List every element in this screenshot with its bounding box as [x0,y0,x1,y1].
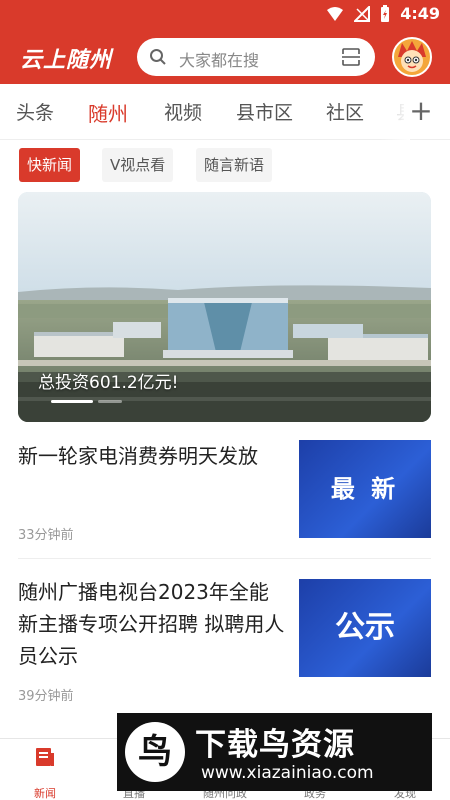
carousel-indicator-active [51,400,93,403]
news-title: 随州广播电视台2023年全能新主播专项公开招聘 拟聘用人员公示 [18,580,285,668]
news-item[interactable]: 随州广播电视台2023年全能新主播专项公开招聘 拟聘用人员公示 39分钟前 公示 [18,576,431,706]
subtab-quick-news[interactable]: 快新闻 [19,148,81,182]
banner-carousel[interactable]: 总投资601.2亿元! [18,192,431,422]
news-thumbnail: 公示 [299,579,431,677]
add-channel-button[interactable]: + [404,94,438,128]
watermark-badge: 鸟 [138,732,172,772]
sub-tabs: 快新闻 V视点看 随言新语 [0,140,450,190]
status-time: 4:49 [400,4,440,23]
thumbnail-text: 最 新 [330,475,400,503]
search-input[interactable]: 大家都在搜 [137,38,375,76]
status-icons: 4:49 [326,4,440,23]
divider [18,558,431,559]
watermark: 鸟 下载鸟资源 www.xiazainiao.com [117,713,432,791]
subtab-suiyan[interactable]: 随言新语 [196,148,273,182]
mascot-icon [398,41,426,72]
status-bar: 4:49 [0,0,450,32]
nav-news[interactable]: 新闻 [15,745,75,800]
thumbnail-text: 公示 [335,610,395,645]
watermark-url: www.xiazainiao.com [201,763,374,783]
news-title: 新一轮家电消费券明天发放 [18,444,258,468]
search-placeholder: 大家都在搜 [179,51,260,70]
tab-suizhou[interactable]: 随州 [88,98,128,127]
watermark-logo: 鸟 [125,722,185,782]
news-item[interactable]: 新一轮家电消费券明天发放 33分钟前 最 新 [18,440,431,545]
channel-tabs: 头条 随州 视频 县市区 社区 县 + [0,84,450,140]
tab-community[interactable]: 社区 [326,98,364,125]
carousel-indicator [98,400,122,403]
signal-icon [354,5,371,22]
news-icon [36,748,54,766]
nav-label: 新闻 [34,787,56,800]
wifi-icon [327,6,344,21]
banner-caption: 总投资601.2亿元! [38,373,179,393]
app-logo: 云上随州 [20,48,113,73]
battery-icon [381,4,390,22]
app-header: 云上随州 大家都在搜 [0,32,450,84]
subtab-v-view[interactable]: V视点看 [102,148,174,182]
news-time: 39分钟前 [18,689,74,704]
search-icon [150,49,166,65]
tab-county[interactable]: 县市区 [236,98,293,125]
tab-video[interactable]: 视频 [164,98,202,125]
user-avatar[interactable] [392,37,432,77]
scan-icon[interactable] [341,47,361,67]
news-time: 33分钟前 [18,528,74,543]
news-thumbnail: 最 新 [299,440,431,538]
tab-toutiao[interactable]: 头条 [16,98,54,125]
watermark-title: 下载鸟资源 [195,727,355,763]
